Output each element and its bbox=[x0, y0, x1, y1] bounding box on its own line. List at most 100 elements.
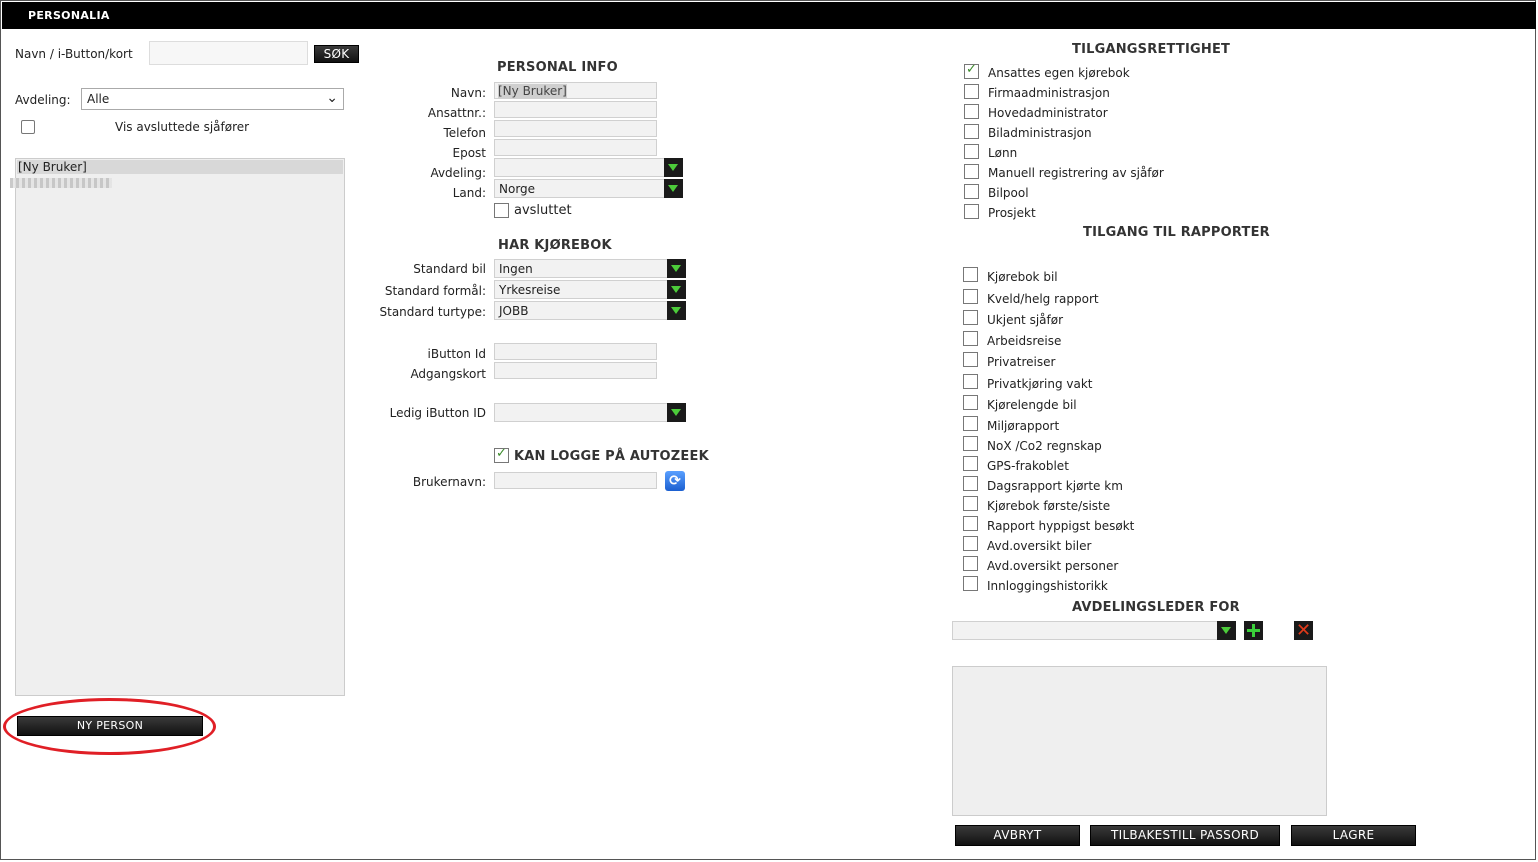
reset-password-button[interactable]: TILBAKESTILL PASSORD bbox=[1090, 825, 1280, 846]
report-access-checkbox[interactable] bbox=[963, 496, 978, 511]
report-access-checkbox[interactable] bbox=[963, 331, 978, 346]
country-select[interactable]: Norge bbox=[494, 179, 683, 198]
access-right-checkbox[interactable] bbox=[964, 164, 979, 179]
report-access-label: Kveld/helg rapport bbox=[987, 292, 1099, 306]
access-right-checkbox[interactable] bbox=[964, 104, 979, 119]
email-label: Epost bbox=[452, 146, 487, 160]
access-right-checkbox[interactable] bbox=[964, 84, 979, 99]
report-access-header: TILGANG TIL RAPPORTER bbox=[1083, 225, 1270, 240]
report-access-checkbox[interactable] bbox=[963, 456, 978, 471]
report-access-checkbox[interactable] bbox=[963, 536, 978, 551]
access-right-checkbox[interactable] bbox=[964, 184, 979, 199]
refresh-icon[interactable]: ⟳ bbox=[665, 471, 685, 491]
highlight-annotation bbox=[3, 698, 216, 755]
report-access-checkbox[interactable] bbox=[963, 374, 978, 389]
page-title: PERSONALIA bbox=[28, 9, 110, 22]
dept-manager-select[interactable] bbox=[952, 621, 1236, 640]
report-access-label: Avd.oversikt biler bbox=[987, 539, 1092, 553]
report-access-label: Arbeidsreise bbox=[987, 334, 1062, 348]
chevron-down-icon: ⌄ bbox=[326, 90, 338, 106]
report-access-checkbox[interactable] bbox=[963, 556, 978, 571]
free-ibutton-label: Ledig iButton ID bbox=[389, 406, 486, 420]
name-label: Navn: bbox=[450, 86, 486, 100]
access-right-label: Hovedadministrator bbox=[988, 106, 1108, 120]
show-ended-checkbox[interactable] bbox=[21, 120, 35, 134]
name-input[interactable]: [Ny Bruker] bbox=[494, 82, 657, 99]
report-access-label: Kjørebok første/siste bbox=[987, 499, 1111, 513]
username-input[interactable] bbox=[494, 472, 657, 489]
report-access-checkbox[interactable] bbox=[963, 436, 978, 451]
add-icon[interactable] bbox=[1244, 621, 1263, 640]
free-ibutton-select[interactable] bbox=[494, 403, 686, 422]
search-button[interactable]: SØK bbox=[314, 45, 359, 63]
can-login-checkbox[interactable] bbox=[494, 446, 509, 463]
title-bar: PERSONALIA bbox=[2, 2, 1536, 29]
personal-info-header: PERSONAL INFO bbox=[497, 60, 618, 75]
department-filter-select[interactable]: Alle ⌄ bbox=[81, 88, 344, 110]
access-right-checkbox[interactable] bbox=[964, 144, 979, 159]
ibutton-input[interactable] bbox=[494, 343, 657, 360]
std-triptype-value: JOBB bbox=[499, 304, 529, 318]
dropdown-arrow-icon[interactable] bbox=[667, 259, 686, 278]
dept-label: Avdeling: bbox=[430, 166, 486, 180]
dept-select[interactable] bbox=[494, 158, 683, 177]
report-access-label: Kjørelengde bil bbox=[987, 398, 1077, 412]
redacted-list-item bbox=[10, 178, 112, 188]
department-filter-value: Alle bbox=[87, 92, 110, 106]
search-input[interactable] bbox=[149, 41, 308, 65]
report-access-checkbox[interactable] bbox=[963, 516, 978, 531]
access-right-checkbox[interactable] bbox=[964, 62, 979, 79]
dropdown-arrow-icon[interactable] bbox=[664, 158, 683, 177]
access-right-label: Biladministrasjon bbox=[988, 126, 1092, 140]
std-purpose-select[interactable]: Yrkesreise bbox=[494, 280, 686, 299]
name-value: [Ny Bruker] bbox=[498, 84, 567, 98]
report-access-checkbox[interactable] bbox=[963, 352, 978, 367]
report-access-label: Avd.oversikt personer bbox=[987, 559, 1119, 573]
empno-input[interactable] bbox=[494, 101, 657, 118]
accesscard-input[interactable] bbox=[494, 362, 657, 379]
access-right-label: Manuell registrering av sjåfør bbox=[988, 166, 1164, 180]
std-car-select[interactable]: Ingen bbox=[494, 259, 686, 278]
dropdown-arrow-icon[interactable] bbox=[667, 280, 686, 299]
report-access-checkbox[interactable] bbox=[963, 289, 978, 304]
accesscard-label: Adgangskort bbox=[410, 367, 486, 381]
report-access-checkbox[interactable] bbox=[963, 395, 978, 410]
phone-input[interactable] bbox=[494, 120, 657, 137]
report-access-label: Dagsrapport kjørte km bbox=[987, 479, 1123, 493]
access-right-checkbox[interactable] bbox=[964, 204, 979, 219]
country-label: Land: bbox=[452, 186, 486, 200]
person-list[interactable]: [Ny Bruker] bbox=[15, 158, 345, 696]
email-input[interactable] bbox=[494, 139, 657, 156]
country-value: Norge bbox=[499, 182, 536, 196]
access-right-label: Prosjekt bbox=[988, 206, 1036, 220]
dropdown-arrow-icon[interactable] bbox=[667, 403, 686, 422]
report-access-checkbox[interactable] bbox=[963, 476, 978, 491]
std-triptype-select[interactable]: JOBB bbox=[494, 301, 686, 320]
username-label: Brukernavn: bbox=[412, 475, 486, 489]
save-button[interactable]: LAGRE bbox=[1291, 825, 1416, 846]
dropdown-arrow-icon[interactable] bbox=[1217, 621, 1236, 640]
ended-checkbox[interactable] bbox=[494, 203, 509, 218]
access-right-label: Lønn bbox=[988, 146, 1018, 160]
report-access-checkbox[interactable] bbox=[963, 416, 978, 431]
report-access-label: NoX /Co2 regnskap bbox=[987, 439, 1102, 453]
dropdown-arrow-icon[interactable] bbox=[667, 301, 686, 320]
cancel-button[interactable]: AVBRYT bbox=[955, 825, 1080, 846]
dropdown-arrow-icon[interactable] bbox=[664, 179, 683, 198]
empno-label: Ansattnr.: bbox=[427, 106, 486, 120]
dept-manager-list[interactable] bbox=[952, 666, 1327, 816]
list-item[interactable]: [Ny Bruker] bbox=[18, 160, 87, 174]
close-icon[interactable]: ✕ bbox=[1294, 621, 1313, 640]
ended-label: avsluttet bbox=[514, 203, 572, 218]
report-access-checkbox[interactable] bbox=[963, 267, 978, 282]
access-right-checkbox[interactable] bbox=[964, 124, 979, 139]
report-access-label: GPS-frakoblet bbox=[987, 459, 1069, 473]
report-access-checkbox[interactable] bbox=[963, 310, 978, 325]
report-access-label: Ukjent sjåfør bbox=[987, 313, 1064, 327]
department-filter-label: Avdeling: bbox=[15, 93, 71, 107]
report-access-label: Rapport hyppigst besøkt bbox=[987, 519, 1135, 533]
report-access-label: Privatreiser bbox=[987, 355, 1056, 369]
std-purpose-label: Standard formål: bbox=[384, 284, 486, 298]
logbook-header: HAR KJØREBOK bbox=[498, 238, 612, 253]
report-access-checkbox[interactable] bbox=[963, 576, 978, 591]
